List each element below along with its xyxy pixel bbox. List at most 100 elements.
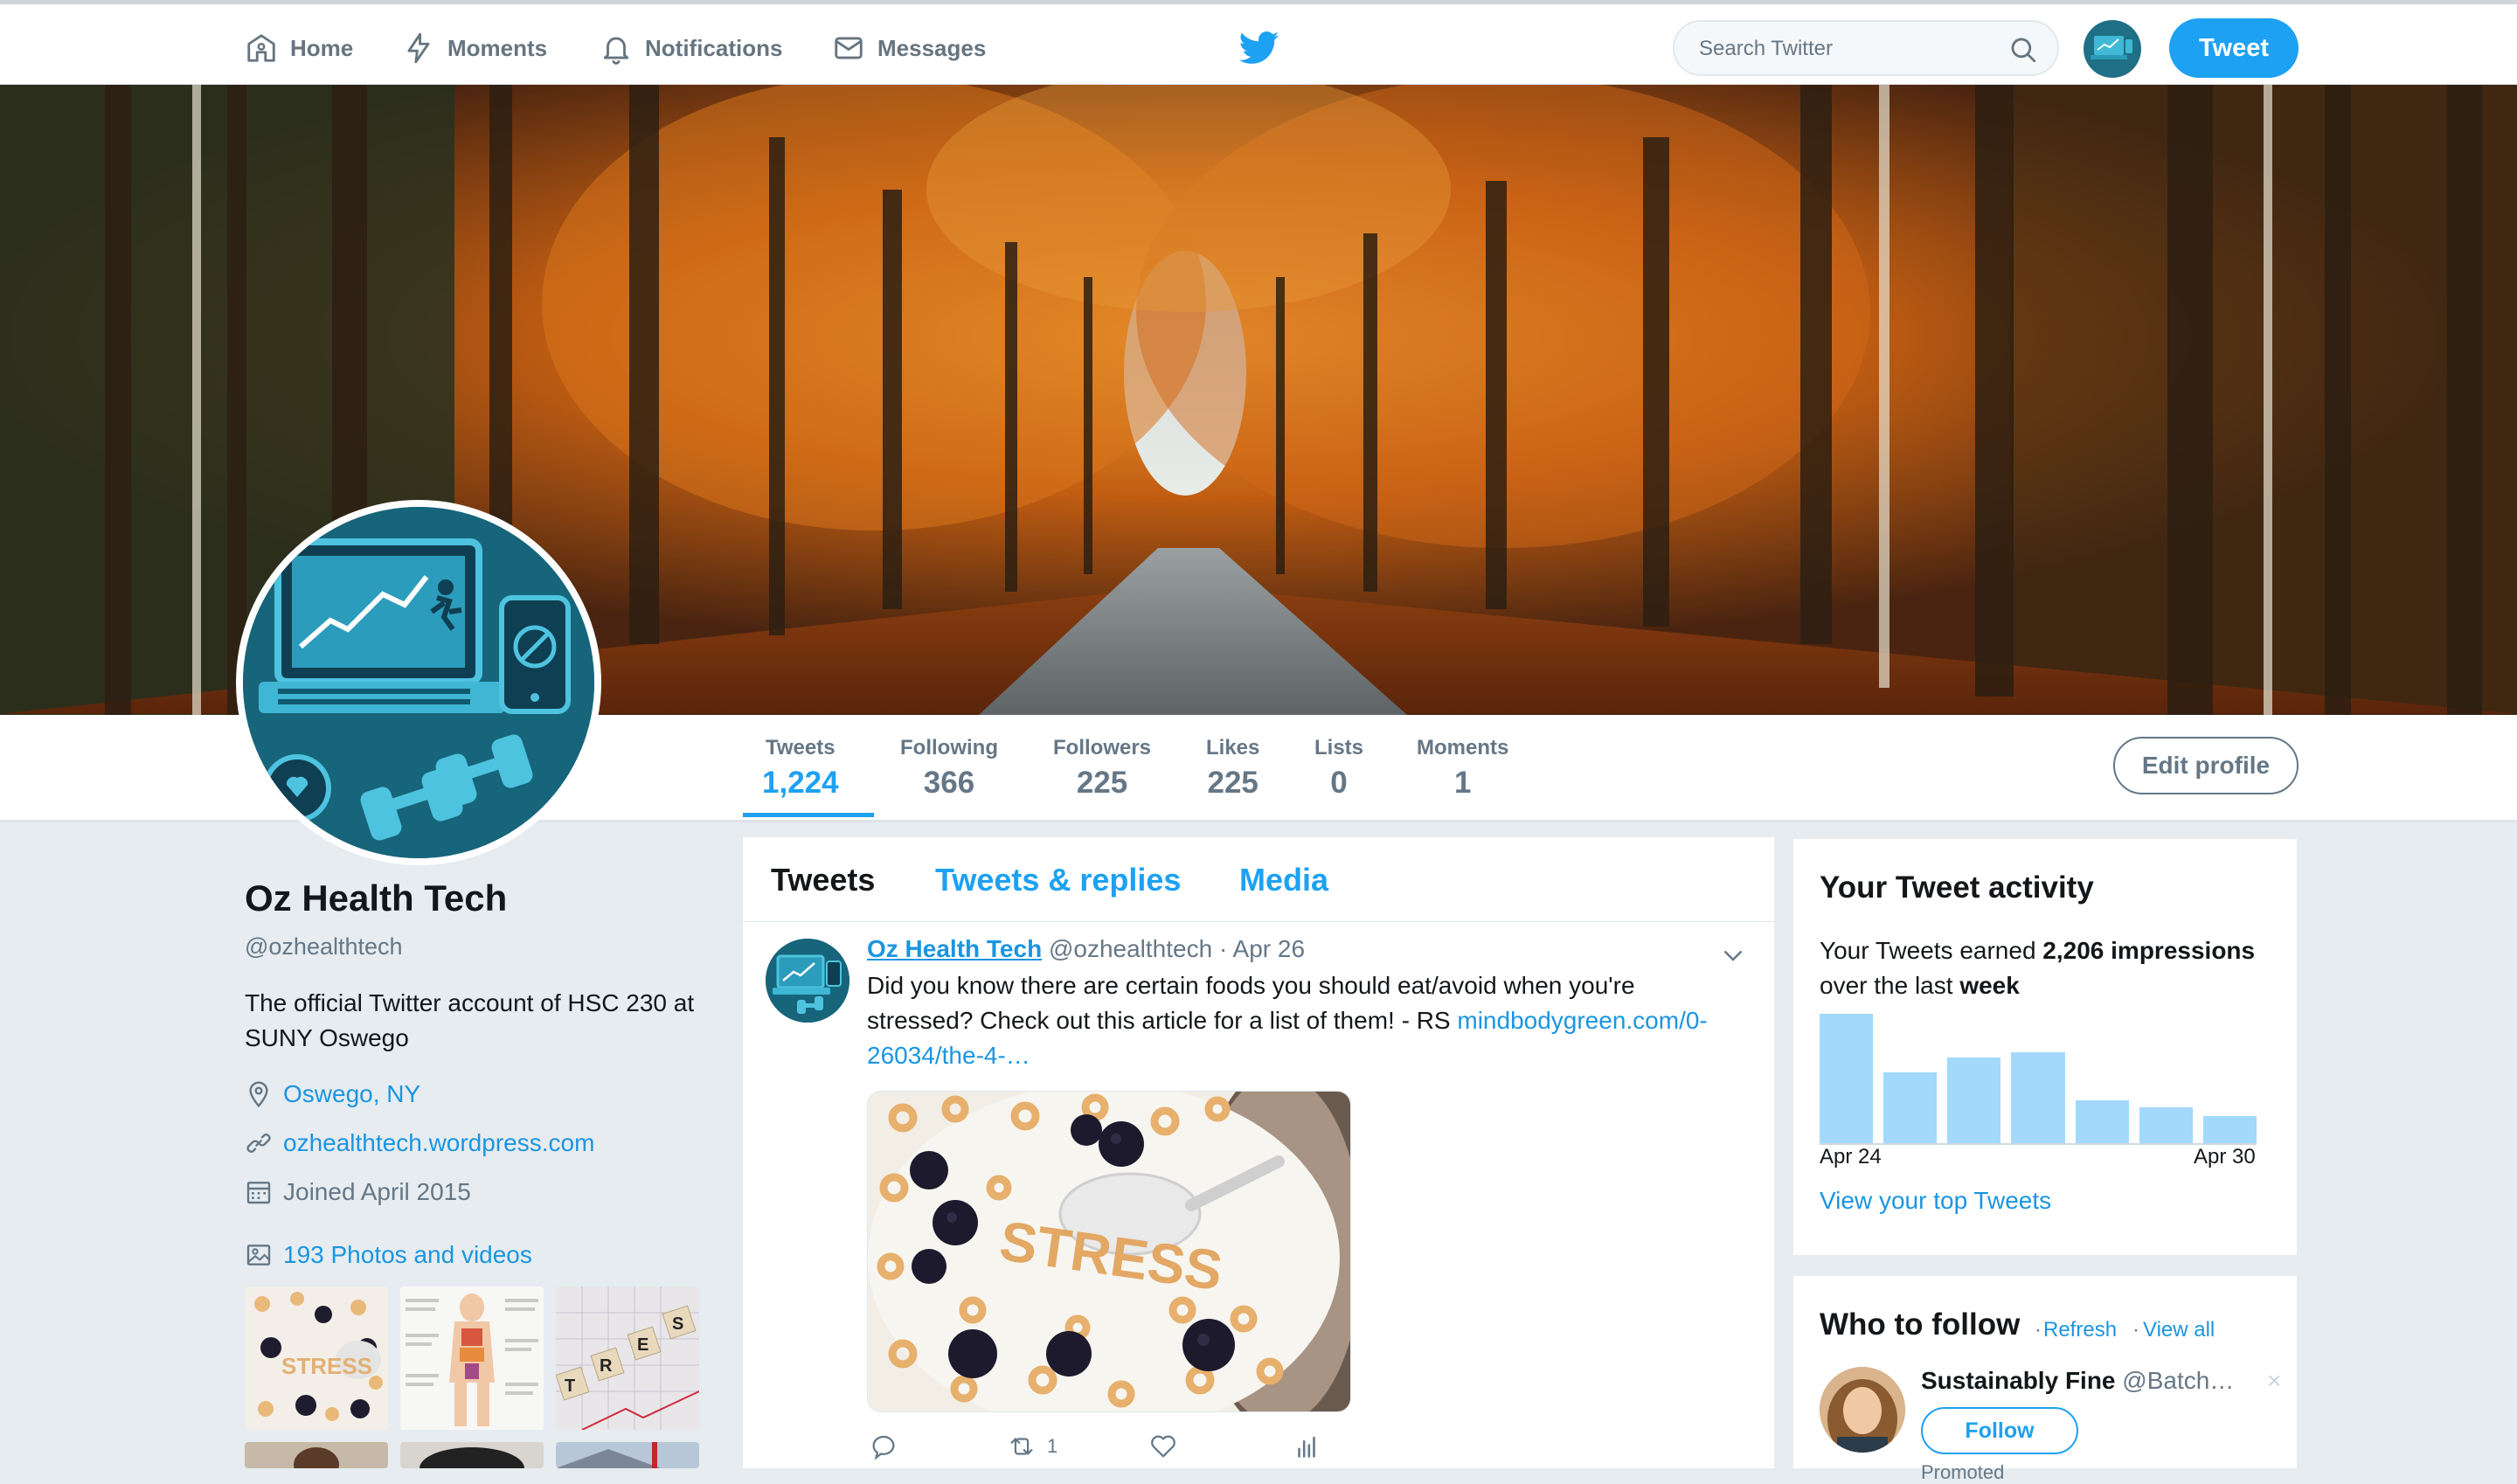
profile-location: Oswego, NY xyxy=(245,1080,420,1108)
nav-messages[interactable]: Messages xyxy=(832,29,986,67)
tweet-button[interactable]: Tweet xyxy=(2169,18,2299,78)
link-icon xyxy=(246,1134,271,1153)
tweet-author-handle[interactable]: @ozhealthtech xyxy=(1049,935,1212,962)
like-action[interactable] xyxy=(1148,1432,1178,1461)
heart-icon[interactable] xyxy=(1148,1432,1178,1461)
bell-icon xyxy=(603,37,629,65)
nav-home-label: Home xyxy=(290,34,354,61)
media-thumbnail[interactable]: STRESS xyxy=(245,1286,388,1430)
activity-text-pre: Your Tweets earned xyxy=(1820,937,2043,964)
suggestion-avatar[interactable] xyxy=(1820,1367,1905,1453)
profile-bio: The official Twitter account of HSC 230 … xyxy=(245,989,695,1051)
chevron-down-icon[interactable] xyxy=(1720,942,1746,968)
location-pin-icon xyxy=(249,1081,268,1108)
who-to-follow-card: Who to follow · Refresh · View all Susta… xyxy=(1793,1276,2297,1483)
nav-moments[interactable]: Moments xyxy=(402,29,547,67)
svg-text:T: T xyxy=(565,1377,575,1396)
account-avatar[interactable] xyxy=(2084,20,2141,78)
chart-bar[interactable] xyxy=(2075,1100,2129,1143)
activity-summary: Your Tweets earned 2,206 impressions ove… xyxy=(1820,933,2292,1003)
tab-media[interactable]: Media xyxy=(1239,862,1328,898)
chart-bar[interactable] xyxy=(2011,1052,2065,1143)
top-navigation: Home Moments Notifications Messages Twee… xyxy=(0,0,2517,85)
nav-notifications[interactable]: Notifications xyxy=(600,29,782,67)
chart-bar[interactable] xyxy=(1883,1071,1938,1143)
stat-moments[interactable]: Moments 1 xyxy=(1417,736,1508,801)
media-thumbnail[interactable] xyxy=(245,1442,388,1468)
edit-profile-button[interactable]: Edit profile xyxy=(2113,737,2299,794)
calendar-icon xyxy=(246,1182,271,1204)
retweet-icon[interactable] xyxy=(1007,1432,1037,1461)
chart-bar[interactable] xyxy=(1820,1014,1874,1143)
svg-text:R: R xyxy=(600,1356,613,1376)
chart-start-label: Apr 24 xyxy=(1820,1145,1882,1168)
tweet-separator: · xyxy=(1218,935,1228,962)
retweet-action[interactable]: 1 xyxy=(1007,1432,1057,1461)
location-link[interactable]: Oswego, NY xyxy=(283,1080,420,1108)
tweet-activity-card: Your Tweet activity Your Tweets earned 2… xyxy=(1793,839,2297,1255)
stat-label: Tweets xyxy=(766,736,836,759)
profile-handle: @ozhealthtech xyxy=(245,933,403,960)
nav-moments-label: Moments xyxy=(447,34,548,61)
nav-messages-label: Messages xyxy=(877,34,987,61)
nav-home[interactable]: Home xyxy=(245,29,353,67)
stat-label: Lists xyxy=(1314,736,1364,759)
website-link[interactable]: ozhealthtech.wordpress.com xyxy=(283,1129,594,1157)
chart-bar[interactable] xyxy=(2202,1115,2257,1143)
stat-value: 225 xyxy=(1076,766,1128,800)
retweet-count: 1 xyxy=(1047,1435,1058,1457)
analytics-action[interactable] xyxy=(1292,1432,1321,1461)
tweet-avatar[interactable] xyxy=(766,939,849,1023)
tweet-author-name[interactable]: Oz Health Tech xyxy=(867,935,1042,962)
chart-bar[interactable] xyxy=(2139,1106,2193,1143)
search-input[interactable] xyxy=(1697,32,1998,66)
tab-tweets[interactable]: Tweets xyxy=(771,862,875,898)
analytics-icon[interactable] xyxy=(1292,1432,1321,1461)
active-stat-indicator xyxy=(743,813,874,817)
activity-title: Your Tweet activity xyxy=(1820,870,2094,905)
tab-tweets-replies[interactable]: Tweets & replies xyxy=(935,862,1181,898)
stat-lists[interactable]: Lists 0 xyxy=(1314,736,1363,801)
view-all-link[interactable]: View all xyxy=(2143,1318,2215,1342)
stat-value: 366 xyxy=(923,766,975,800)
follow-button[interactable]: Follow xyxy=(1921,1407,2078,1454)
stat-tweets[interactable]: Tweets 1,224 xyxy=(762,736,839,801)
chart-bar[interactable] xyxy=(1947,1058,2001,1143)
suggestion-name[interactable]: Sustainably Fine @Batch… xyxy=(1921,1367,2234,1395)
tweet-image[interactable]: STRESS xyxy=(867,1091,1351,1412)
media-thumbnail[interactable] xyxy=(400,1442,544,1468)
stat-label: Likes xyxy=(1206,736,1260,759)
profile-avatar[interactable] xyxy=(236,500,601,865)
dismiss-icon[interactable]: × xyxy=(2267,1367,2281,1395)
stat-following[interactable]: Following 366 xyxy=(900,736,998,801)
refresh-link[interactable]: Refresh xyxy=(2043,1318,2117,1342)
photos-videos-link[interactable]: 193 Photos and videos xyxy=(283,1241,532,1269)
reply-action[interactable] xyxy=(869,1432,898,1461)
twitter-bird-icon[interactable] xyxy=(1239,31,1279,66)
search-box[interactable] xyxy=(1673,20,2059,76)
joined-date: Joined April 2015 xyxy=(283,1178,471,1205)
dot-separator: · xyxy=(2035,1318,2042,1342)
media-thumbnail[interactable] xyxy=(556,1442,699,1468)
dot-separator: · xyxy=(2132,1318,2139,1342)
stat-likes[interactable]: Likes 225 xyxy=(1206,736,1259,801)
media-thumbnail[interactable]: T R E S xyxy=(556,1286,699,1430)
svg-text:E: E xyxy=(637,1335,648,1355)
tweet-header: Oz Health Tech @ozhealthtech · Apr 26 xyxy=(867,935,1305,963)
stat-value: 0 xyxy=(1330,766,1348,800)
impressions-bar-chart[interactable] xyxy=(1820,1014,2257,1145)
lightning-icon xyxy=(407,32,430,64)
suggestion-display-name[interactable]: Sustainably Fine xyxy=(1921,1367,2116,1394)
stat-label: Followers xyxy=(1053,736,1152,759)
profile-name[interactable]: Oz Health Tech xyxy=(245,877,507,919)
suggestion-handle: @Batch… xyxy=(2122,1367,2235,1394)
tweet-date[interactable]: Apr 26 xyxy=(1233,935,1306,962)
media-thumbnail[interactable] xyxy=(400,1286,544,1430)
stat-followers[interactable]: Followers 225 xyxy=(1053,736,1151,801)
timeline: Tweets Tweets & replies Media Oz Health … xyxy=(743,837,1774,1468)
search-icon[interactable] xyxy=(2008,35,2038,65)
reply-icon[interactable] xyxy=(869,1432,898,1461)
svg-text:STRESS: STRESS xyxy=(281,1353,372,1379)
view-top-tweets-link[interactable]: View your top Tweets xyxy=(1820,1187,2051,1215)
activity-period: week xyxy=(1959,972,2020,999)
